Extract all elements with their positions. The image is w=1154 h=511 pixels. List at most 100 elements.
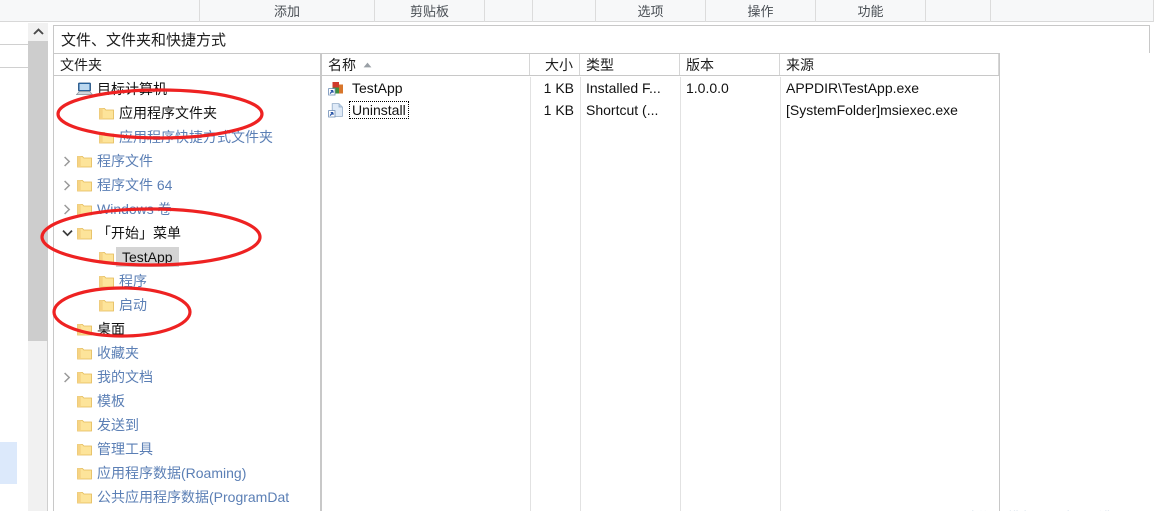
folder-icon bbox=[74, 461, 94, 485]
cell-version: 1.0.0.0 bbox=[686, 80, 729, 96]
column-header[interactable]: 名称 bbox=[322, 54, 530, 75]
tree-item[interactable]: 程序文件 bbox=[54, 149, 320, 173]
folder-tree-header: 文件夹 bbox=[54, 54, 320, 76]
ribbon-separator-8 bbox=[926, 0, 991, 22]
tree-item[interactable]: 桌面 bbox=[54, 317, 320, 341]
column-header-label: 大小 bbox=[545, 56, 573, 73]
chevron-up-icon[interactable] bbox=[28, 23, 48, 41]
folder-icon bbox=[74, 173, 94, 197]
chevron-right-icon[interactable] bbox=[60, 149, 74, 173]
ribbon-tab-label: 功能 bbox=[857, 3, 884, 19]
cell-size: 1 KB bbox=[543, 80, 574, 96]
tree-indent-spacer bbox=[60, 485, 74, 509]
tree-item[interactable]: 我的文档 bbox=[54, 365, 320, 389]
ribbon-separator-0 bbox=[0, 0, 200, 22]
column-divider bbox=[580, 77, 581, 511]
folder-icon bbox=[74, 149, 94, 173]
cell-name-label: TestApp bbox=[352, 80, 403, 96]
folder-icon bbox=[96, 269, 116, 293]
tree-item[interactable]: 启动 bbox=[54, 293, 320, 317]
tree-indent-spacer bbox=[60, 341, 74, 365]
file-list-rows: TestApp 1 KB Installed F... 1.0.0.0 APPDIR\T… bbox=[322, 77, 999, 511]
vertical-scrollbar[interactable] bbox=[28, 23, 48, 511]
cell-name[interactable]: Uninstall bbox=[322, 99, 530, 121]
tree-item-label: 程序文件 bbox=[97, 153, 153, 169]
tree-item[interactable]: 应用程序快捷方式文件夹 bbox=[54, 125, 320, 149]
tree-item-label: 管理工具 bbox=[97, 441, 153, 457]
ribbon-tab-label: 选项 bbox=[637, 3, 664, 19]
tree-indent-spacer bbox=[60, 317, 74, 341]
tree-item-label: 目标计算机 bbox=[97, 81, 167, 97]
folder-icon bbox=[74, 341, 94, 365]
tree-item[interactable]: 程序 bbox=[54, 269, 320, 293]
chevron-down-icon[interactable] bbox=[60, 221, 74, 245]
tree-item-label: TestApp bbox=[116, 247, 179, 267]
folder-icon bbox=[74, 317, 94, 341]
scrollbar-thumb[interactable] bbox=[28, 41, 48, 341]
folder-icon bbox=[74, 221, 94, 245]
tree-item[interactable]: Windows 卷 bbox=[54, 197, 320, 221]
column-divider bbox=[680, 77, 681, 511]
tree-indent-spacer bbox=[60, 461, 74, 485]
tree-item[interactable]: TestApp bbox=[54, 245, 320, 269]
folder-icon bbox=[74, 197, 94, 221]
shortcut-doc-icon bbox=[326, 102, 346, 118]
tree-item-label: 公共应用程序数据(ProgramDat bbox=[97, 489, 290, 505]
tree-item[interactable]: 收藏夹 bbox=[54, 341, 320, 365]
column-header[interactable]: 来源 bbox=[780, 54, 999, 75]
left-edge-strip bbox=[0, 22, 28, 511]
chevron-right-icon[interactable] bbox=[60, 173, 74, 197]
cell-source: APPDIR\TestApp.exe bbox=[786, 80, 920, 96]
folder-icon bbox=[74, 365, 94, 389]
tree-item[interactable]: 发送到 bbox=[54, 413, 320, 437]
ribbon-tab-7[interactable]: 功能 bbox=[816, 0, 926, 22]
computer-icon bbox=[74, 77, 94, 101]
ribbon-tab-2[interactable]: 剪贴板 bbox=[375, 0, 485, 22]
cell-source: [SystemFolder]msiexec.exe bbox=[786, 102, 958, 118]
shortcut-app-icon bbox=[326, 81, 346, 96]
tree-item[interactable]: 管理工具 bbox=[54, 437, 320, 461]
folder-icon bbox=[74, 389, 94, 413]
cell-version bbox=[680, 99, 780, 121]
table-row[interactable]: TestApp 1 KB Installed F... 1.0.0.0 APPDIR\T… bbox=[322, 77, 999, 99]
ribbon-tab-5[interactable]: 选项 bbox=[596, 0, 706, 22]
watermark: https://blog.csdn.net/jaysur bbox=[971, 507, 1146, 511]
tree-item[interactable]: 目标计算机 bbox=[54, 77, 320, 101]
file-list-pane: 名称 大小 类型 版本 来源 TestApp 1 KB Installed F... 1.0.… bbox=[321, 53, 1000, 511]
tree-item-label: 「开始」菜单 bbox=[97, 225, 181, 241]
cell-type: Shortcut (... bbox=[586, 102, 659, 118]
ribbon-tab-6[interactable]: 操作 bbox=[706, 0, 816, 22]
folder-icon bbox=[96, 101, 116, 125]
chevron-right-icon[interactable] bbox=[60, 197, 74, 221]
tree-indent-spacer bbox=[60, 77, 74, 101]
folder-icon bbox=[96, 293, 116, 317]
app-window: 添加 剪贴板 选项 操作 功能 文件、文件夹和快捷方式 文件夹 目标计算机 应用程序文件夹… bbox=[0, 0, 1154, 511]
left-divider-mid bbox=[0, 67, 28, 68]
cell-type: Installed F... bbox=[586, 80, 661, 96]
column-header-label: 名称 bbox=[328, 56, 356, 73]
tree-item[interactable]: 应用程序数据(Roaming) bbox=[54, 461, 320, 485]
tree-item-label: 我的文档 bbox=[97, 369, 153, 385]
column-header[interactable]: 版本 bbox=[680, 54, 780, 75]
tree-item[interactable]: 公共应用程序数据(ProgramDat bbox=[54, 485, 320, 509]
tree-item[interactable]: 应用程序文件夹 bbox=[54, 101, 320, 125]
table-row[interactable]: Uninstall 1 KB Shortcut (... [SystemFolder]… bbox=[322, 99, 999, 121]
file-list-header: 名称 大小 类型 版本 来源 bbox=[322, 54, 999, 76]
ribbon-tab-1[interactable]: 添加 bbox=[200, 0, 375, 22]
column-header[interactable]: 大小 bbox=[530, 54, 580, 75]
folder-tree-header-label: 文件夹 bbox=[60, 56, 102, 73]
column-header[interactable]: 类型 bbox=[580, 54, 680, 75]
tree-indent-spacer bbox=[60, 413, 74, 437]
cell-name[interactable]: TestApp bbox=[322, 77, 530, 99]
tree-item[interactable]: 「开始」菜单 bbox=[54, 221, 320, 245]
main-panel: 文件、文件夹和快捷方式 文件夹 目标计算机 应用程序文件夹 应用程序快捷方式文件夹程… bbox=[49, 23, 1154, 511]
tree-indent-spacer bbox=[60, 437, 74, 461]
folder-icon bbox=[74, 437, 94, 461]
chevron-right-icon[interactable] bbox=[60, 365, 74, 389]
tree-item[interactable]: 程序文件 64 bbox=[54, 173, 320, 197]
ribbon-tab-label: 剪贴板 bbox=[409, 3, 449, 19]
tree-item[interactable]: 模板 bbox=[54, 389, 320, 413]
tree-item-label: 程序 bbox=[119, 273, 147, 289]
ribbon-separator-9 bbox=[991, 0, 1154, 22]
cell-name-label: Uninstall bbox=[349, 101, 409, 119]
